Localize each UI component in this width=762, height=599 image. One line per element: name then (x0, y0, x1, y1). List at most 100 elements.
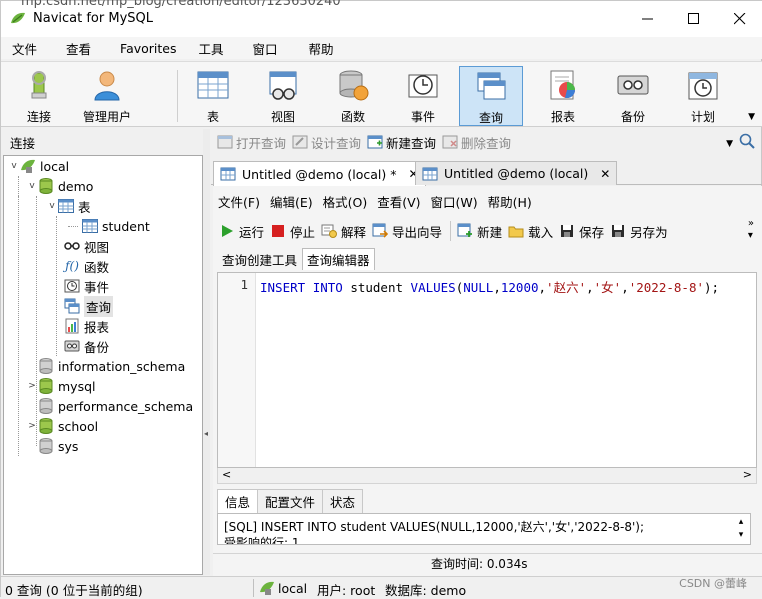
tab-profile[interactable]: 配置文件 (257, 489, 324, 513)
menu-help[interactable]: 帮助 (289, 39, 345, 58)
minimize-button[interactable] (625, 1, 671, 37)
scroll-down-icon[interactable]: ▾ (739, 530, 744, 540)
stop-button[interactable]: 停止 (270, 222, 315, 241)
toolbar-schedule-button[interactable]: 计划 (671, 66, 735, 126)
tab-query-builder[interactable]: 查询创建工具 (217, 248, 302, 270)
save-button[interactable]: 保存 (559, 222, 604, 241)
export-wizard-button[interactable]: 导出向导 (372, 222, 442, 241)
tree-node-functions[interactable]: ƒ() 函数 (64, 256, 109, 276)
run-icon (222, 225, 233, 237)
delete-query-button[interactable]: 删除查询 (442, 133, 511, 152)
editor-menu-file[interactable]: 文件(F) (213, 192, 265, 211)
tree-node-reports[interactable]: 报表 (64, 316, 109, 336)
open-query-button[interactable]: 打开查询 (217, 133, 286, 152)
design-query-button[interactable]: 设计查询 (292, 133, 361, 152)
maximize-button[interactable] (671, 1, 717, 37)
close-icon (734, 13, 746, 25)
horizontal-scrollbar[interactable]: < > (217, 468, 757, 484)
editor-menu-view[interactable]: 查看(V) (372, 192, 425, 211)
toolbar-function-button[interactable]: 函数 (321, 66, 385, 126)
tree-node-mysql[interactable]: > mysql (26, 376, 96, 396)
load-label: 载入 (528, 224, 554, 240)
tab-untitled-active[interactable]: Untitled @demo (local) * ✕ (213, 161, 426, 186)
new-query-button[interactable]: 新建查询 (367, 133, 436, 152)
expand-chevron-icon[interactable]: v (8, 161, 20, 171)
query-icon (477, 72, 506, 100)
tree-label-views: 视图 (84, 239, 110, 255)
toolbar-connection-button[interactable]: 连接 (7, 66, 71, 126)
dropdown-arrow-icon[interactable]: ▼ (726, 139, 733, 149)
editor-toolbar-overflow[interactable]: » ▾ (748, 218, 754, 242)
tab-query-editor[interactable]: 查询编辑器 (302, 248, 375, 270)
tab-info[interactable]: 信息 (217, 489, 259, 513)
explain-button[interactable]: 解释 (321, 222, 366, 241)
expand-chevron-right-icon[interactable]: > (26, 381, 38, 391)
expand-chevron-icon[interactable]: v (26, 181, 38, 191)
load-button[interactable]: 载入 (508, 222, 553, 241)
dropdown-arrow-icon: ▾ (747, 230, 753, 241)
toolbar-view-button[interactable]: 视图 (251, 66, 315, 126)
menu-tools[interactable]: 工具 (188, 39, 235, 58)
search-icon[interactable] (739, 133, 755, 149)
tree-node-school[interactable]: > school (26, 416, 98, 436)
tab-untitled[interactable]: Untitled @demo (local) ✕ (415, 161, 618, 185)
toolbar-table-button[interactable]: 表 (181, 66, 245, 126)
expand-chevron-icon[interactable]: v (46, 201, 58, 211)
table-small-icon (58, 199, 74, 213)
sql-keyword: NULL (463, 280, 494, 295)
event-small-icon (64, 279, 80, 293)
save-as-button[interactable]: 另存为 (610, 222, 668, 241)
tab-close-icon[interactable]: ✕ (600, 167, 610, 181)
run-button[interactable]: 运行 (219, 222, 264, 241)
editor-toolbar: 运行 停止 解释 导出向导 新建 载入 保存 另存为 » ▾ (213, 218, 762, 244)
vertical-scrollbar[interactable]: ▴ ▾ (734, 516, 748, 544)
tab-title: Untitled @demo (local) (444, 166, 589, 181)
query-tab-icon (220, 167, 236, 181)
tree-node-events[interactable]: 事件 (64, 276, 109, 296)
sql-string: '女' (593, 280, 622, 295)
sql-number: 12000 (500, 280, 539, 295)
menu-favorites[interactable]: Favorites (102, 41, 187, 56)
scroll-right-icon[interactable]: > (743, 468, 752, 481)
background-url-text: mp.csdn.net/mp_blog/creation/editor/1236… (21, 0, 341, 9)
tree-node-local[interactable]: v local (8, 156, 69, 176)
new-button[interactable]: 新建 (457, 222, 502, 241)
menu-window[interactable]: 窗口 (235, 39, 289, 58)
delete-query-label: 删除查询 (461, 135, 512, 151)
tree-node-demo[interactable]: v demo (26, 176, 93, 196)
editor-menu-edit[interactable]: 编辑(E) (265, 192, 318, 211)
pane-splitter[interactable]: ◂ (203, 129, 210, 575)
toolbar-query-button[interactable]: 查询 (459, 66, 523, 126)
tree-node-performance-schema[interactable]: performance_schema (26, 396, 193, 416)
editor-menu-window[interactable]: 窗口(W) (426, 192, 483, 211)
run-label: 运行 (239, 224, 265, 240)
close-button[interactable] (717, 1, 762, 37)
expand-chevron-right-icon[interactable]: > (26, 421, 38, 431)
toolbar-user-label: 管理用户 (82, 110, 131, 124)
menu-file[interactable]: 文件 (1, 39, 48, 58)
scroll-left-icon[interactable]: < (222, 468, 231, 481)
tree-node-student[interactable]: student (82, 216, 150, 236)
tree-node-information-schema[interactable]: information_schema (26, 356, 185, 376)
toolbar-report-button[interactable]: 报表 (531, 66, 595, 126)
toolbar-event-button[interactable]: 事件 (391, 66, 455, 126)
event-icon (408, 74, 438, 98)
tree-node-queries[interactable]: 查询 (64, 295, 114, 317)
tab-status[interactable]: 状态 (322, 489, 364, 513)
tree-node-sys[interactable]: sys (26, 436, 78, 456)
view-icon (269, 71, 297, 100)
editor-menu-help[interactable]: 帮助(H) (483, 192, 537, 211)
menu-view[interactable]: 查看 (48, 39, 102, 58)
toolbar-backup-label: 备份 (620, 110, 645, 124)
tree-node-tables[interactable]: v 表 (46, 196, 91, 216)
tree-node-views[interactable]: 视图 (64, 236, 109, 256)
scroll-up-icon[interactable]: ▴ (739, 517, 744, 527)
toolbar-backup-button[interactable]: 备份 (601, 66, 665, 126)
toolbar-user-button[interactable]: 管理用户 (75, 66, 139, 126)
sql-code-editor[interactable]: 1 INSERT INTO student VALUES(NULL,12000,… (217, 272, 757, 468)
user-icon (94, 71, 120, 101)
editor-menu-format[interactable]: 格式(O) (318, 192, 373, 211)
toolbar-overflow-icon[interactable]: ▼ (748, 112, 755, 122)
design-query-icon (292, 135, 308, 149)
tree-node-backups[interactable]: 备份 (64, 336, 109, 356)
